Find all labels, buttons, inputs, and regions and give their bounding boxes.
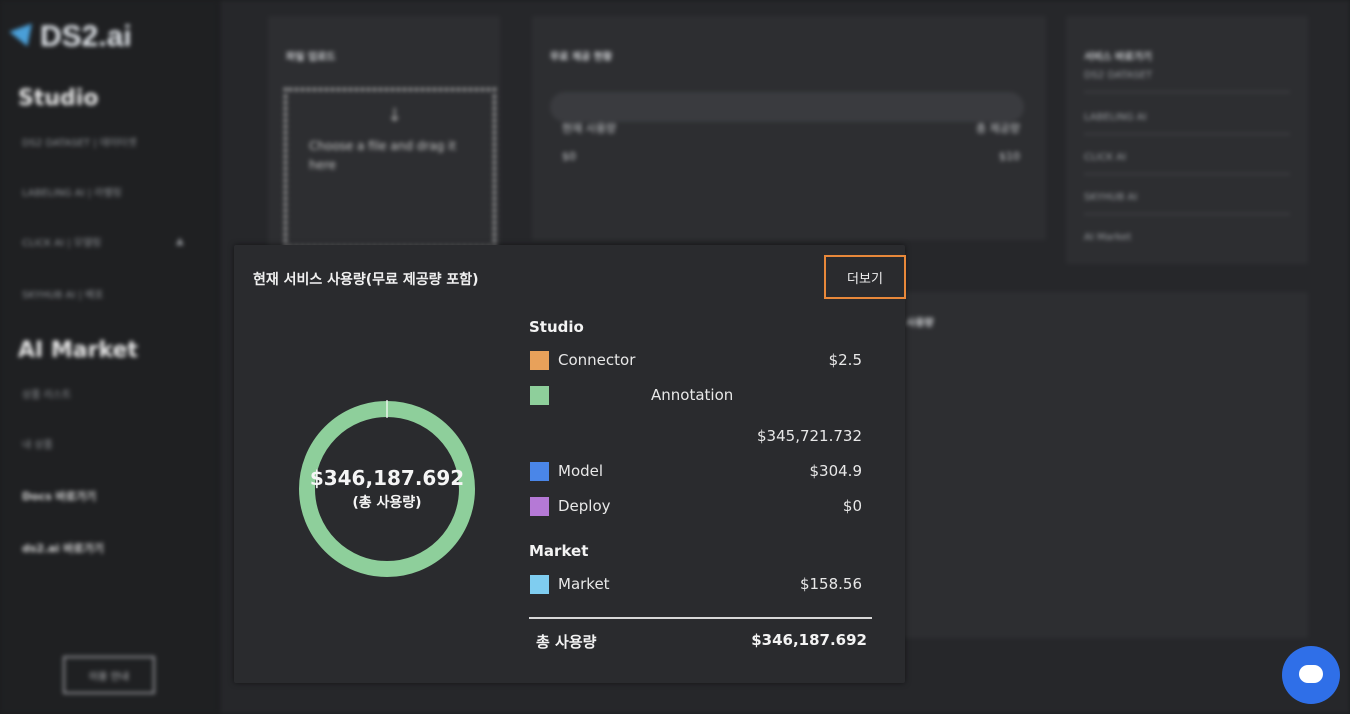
legend-row-model: Model $304.9 — [530, 460, 868, 484]
sidebar-item-market-list[interactable]: 상품 리스트 — [22, 386, 71, 401]
total-divider — [529, 617, 872, 619]
sidebar-item-skyhub[interactable]: SKYHUB AI | 배포 — [22, 286, 103, 301]
file-dropzone[interactable]: ↓ Choose a file and drag it here — [284, 88, 496, 248]
sidebar-item-dataset[interactable]: DS2 DATASET | 데이터셋 — [22, 134, 137, 149]
market-swatch — [530, 575, 549, 594]
total-label: 총 사용량 — [536, 633, 597, 651]
legend-label: Annotation — [651, 386, 734, 404]
sidebar-section-studio: Studio — [18, 86, 99, 111]
model-swatch — [530, 462, 549, 481]
link-item[interactable]: DS2 DATASET — [1084, 70, 1290, 93]
legend-row-market: Market $158.56 — [530, 573, 868, 597]
donut-caption: (총 사용량) — [352, 495, 422, 511]
legend-row-annotation-value: $345,721.732 — [530, 425, 868, 449]
usage-detail-card: 사용량 — [886, 292, 1308, 638]
legend-value: $304.9 — [809, 462, 863, 480]
sidebar-item-labeling[interactable]: LABELING AI | 라벨링 — [22, 184, 122, 199]
connector-swatch — [530, 351, 549, 370]
popup-title: 현재 서비스 사용량(무료 제공량 포함) — [253, 272, 479, 288]
chat-button[interactable] — [1282, 646, 1340, 704]
sidebar: DS2.ai Studio DS2 DATASET | 데이터셋 LABELIN… — [0, 0, 218, 714]
link-item[interactable]: AI Market — [1084, 232, 1290, 253]
link-item[interactable]: LABELING AI — [1084, 112, 1290, 135]
donut-total: $346,187.692 — [309, 466, 465, 490]
free-usage-card: 무료 제공 현황 현재 사용량 총 제공량 $0 $10 — [532, 16, 1046, 240]
link-item[interactable]: CLICK AI — [1084, 152, 1290, 175]
sidebar-item-docs[interactable]: Docs 바로가기 — [22, 488, 96, 504]
legend-label: Model — [558, 462, 604, 480]
legend-label: Connector — [558, 351, 636, 369]
legend-value: $158.56 — [799, 575, 862, 593]
sidebar-item-my-products[interactable]: 내 상품 — [22, 436, 53, 451]
legend-label: Market — [558, 575, 610, 593]
market-heading: Market — [529, 542, 589, 560]
legend-row-deploy: Deploy $0 — [530, 495, 868, 519]
deploy-swatch — [530, 497, 549, 516]
total-value: $346,187.692 — [751, 631, 867, 649]
logo[interactable]: DS2.ai — [9, 20, 132, 54]
legend-value: $0 — [842, 497, 862, 515]
sidebar-section-market: AI Market — [18, 338, 138, 363]
link-item[interactable]: SKYHUB AI — [1084, 192, 1290, 215]
free-usage-progress — [550, 92, 1024, 122]
legend-row-connector: Connector $2.5 — [530, 349, 868, 373]
legend-value: $345,721.732 — [757, 427, 862, 445]
sidebar-item-click[interactable]: CLICK AI | 모델링 — [22, 234, 101, 249]
sidebar-item-ds2[interactable]: ds2.ai 바로가기 — [22, 540, 104, 556]
download-arrow-icon: ↓ — [387, 105, 403, 126]
legend-label: Deploy — [558, 497, 611, 515]
more-button[interactable]: 더보기 — [824, 255, 906, 299]
usage-popup: 현재 서비스 사용량(무료 제공량 포함) 더보기 $346,187.692 (… — [234, 245, 906, 683]
legend-row-annotation: Annotation — [530, 384, 868, 408]
studio-heading: Studio — [529, 318, 584, 336]
donut-center: $346,187.692 (총 사용량) — [298, 400, 476, 578]
usage-guide-button[interactable]: 이용 안내 — [63, 656, 155, 694]
service-links-card: 서비스 바로가기 DS2 DATASET LABELING AI CLICK A… — [1066, 16, 1308, 264]
logo-mark-icon — [9, 23, 39, 51]
annotation-swatch — [530, 386, 549, 405]
legend-value: $2.5 — [828, 351, 862, 369]
chevron-down-icon: ▲ — [176, 236, 184, 247]
upload-card: 파일 업로드 ↓ Choose a file and drag it here — [268, 16, 500, 276]
